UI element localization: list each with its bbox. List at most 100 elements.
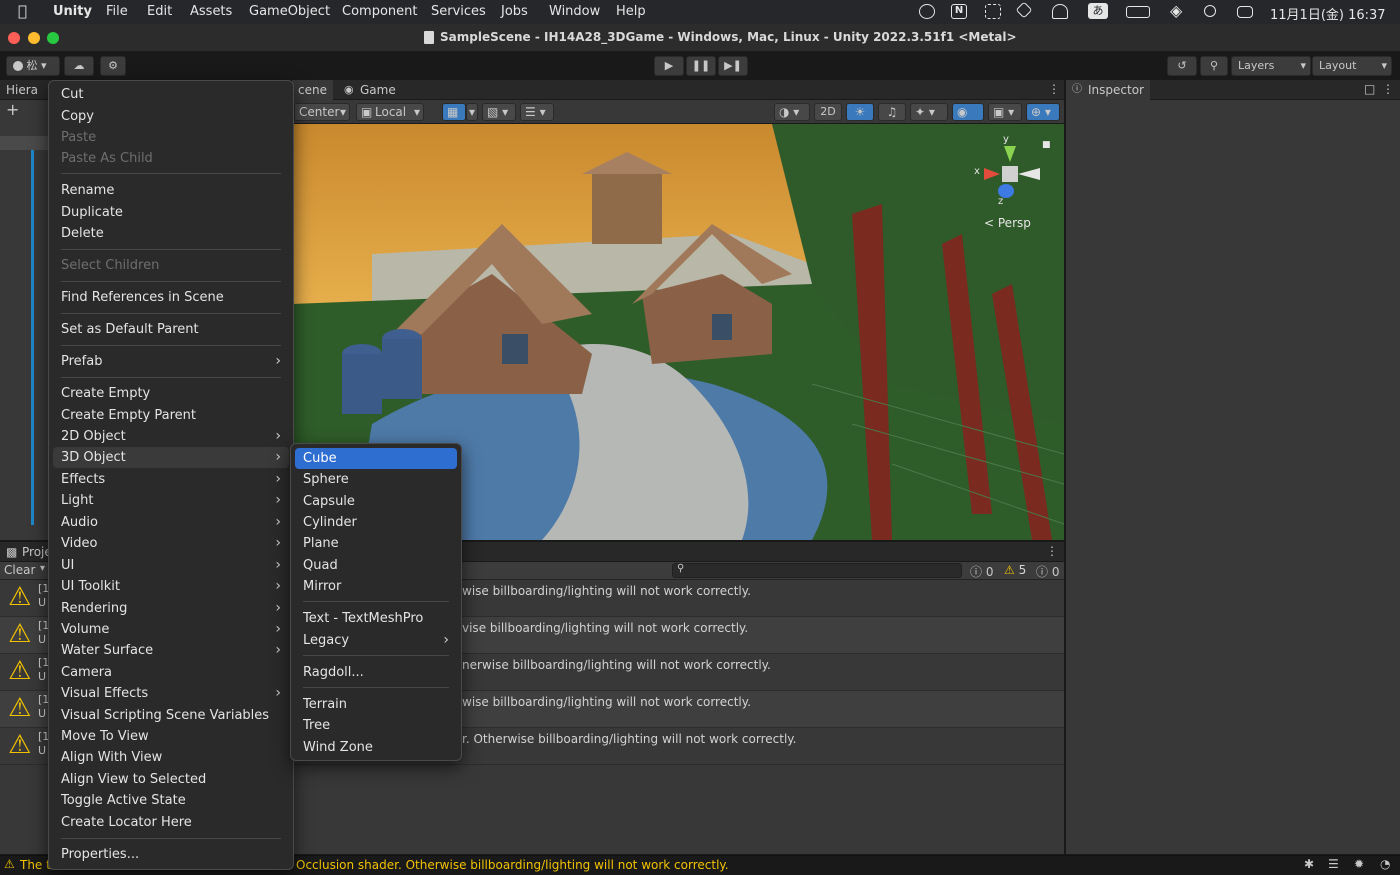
play-button[interactable]: ▶ — [654, 56, 684, 76]
window-layout-icon[interactable] — [985, 4, 1001, 19]
pivot-space-dropdown[interactable]: ▣ Local ▾ — [356, 103, 424, 121]
network-icon[interactable]: ✹ — [1354, 857, 1364, 871]
menu-item-visual-scripting-vars[interactable]: Visual Scripting Scene Variables — [53, 705, 289, 726]
menu-item-3d-object[interactable]: 3D Object › — [53, 447, 289, 468]
lighting-toggle[interactable]: ☀ — [846, 103, 874, 121]
zoom-window-button[interactable] — [47, 32, 59, 44]
gizmo-neg-x-axis[interactable] — [1018, 168, 1040, 180]
grid-snap-button[interactable]: ▦ — [442, 103, 466, 121]
grid-snap-dropdown[interactable]: ▾ — [466, 103, 478, 121]
pen-icon[interactable] — [1015, 1, 1033, 19]
tab-inspector[interactable]: ⓘ Inspector — [1066, 80, 1150, 100]
menu-item-wind-zone[interactable]: Wind Zone — [295, 737, 457, 758]
unity-status-icon[interactable] — [919, 4, 935, 19]
menu-item-ui-toolkit[interactable]: UI Toolkit › — [53, 576, 289, 597]
menu-file[interactable]: File — [106, 4, 128, 19]
menu-item-ragdoll[interactable]: Ragdoll... — [295, 662, 457, 683]
menu-item-tree[interactable]: Tree — [295, 715, 457, 736]
battery-icon[interactable] — [1126, 6, 1150, 18]
increment-snap-button[interactable]: ☰ ▾ — [520, 103, 554, 121]
menu-item-camera[interactable]: Camera — [53, 662, 289, 683]
menu-item-create-empty[interactable]: Create Empty — [53, 383, 289, 404]
menu-item-video[interactable]: Video › — [53, 533, 289, 554]
wifi-icon[interactable]: ◈ — [1170, 1, 1182, 20]
menu-item-set-default-parent[interactable]: Set as Default Parent — [53, 319, 289, 340]
menu-item-mirror[interactable]: Mirror — [295, 576, 457, 597]
minimize-window-button[interactable] — [28, 32, 40, 44]
spotlight-search-icon[interactable] — [1204, 5, 1216, 17]
stack-icon[interactable]: ☰ — [1328, 857, 1339, 871]
menu-app-name[interactable]: Unity — [53, 4, 92, 19]
tab-game[interactable]: ◉ Game — [342, 80, 402, 100]
menu-item-water-surface[interactable]: Water Surface › — [53, 640, 289, 661]
grid-visibility-button[interactable]: ▧ ▾ — [482, 103, 516, 121]
account-dropdown[interactable]: 松 ▾ — [6, 56, 60, 76]
menu-item-ui[interactable]: UI › — [53, 555, 289, 576]
menu-assets[interactable]: Assets — [190, 4, 232, 19]
menu-item-copy[interactable]: Copy — [53, 106, 289, 127]
pivot-mode-dropdown[interactable]: Center ▾ — [294, 103, 350, 121]
menu-item-toggle-active[interactable]: Toggle Active State — [53, 790, 289, 811]
draw-mode-dropdown[interactable]: ◑ ▾ — [774, 103, 810, 121]
more-options-icon[interactable]: ⋮ — [1382, 82, 1394, 96]
menu-item-textmeshpro[interactable]: Text - TextMeshPro — [295, 608, 457, 629]
apple-icon[interactable]:  — [18, 2, 27, 20]
menu-item-cut[interactable]: Cut — [53, 84, 289, 105]
more-options-icon[interactable]: ⋮ — [1046, 544, 1058, 558]
gizmo-y-axis[interactable] — [1004, 146, 1016, 162]
bug-icon[interactable]: ✱ — [1304, 857, 1314, 871]
menu-item-create-empty-parent[interactable]: Create Empty Parent — [53, 405, 289, 426]
search-button[interactable]: ⚲ — [1200, 56, 1228, 76]
user-icon[interactable] — [1052, 4, 1068, 19]
lock-icon[interactable]: □ — [1364, 82, 1375, 96]
console-search-input[interactable]: ⚲ — [672, 563, 962, 578]
menu-item-capsule[interactable]: Capsule — [295, 491, 457, 512]
menu-gameobject[interactable]: GameObject — [249, 4, 330, 19]
gizmos-dropdown[interactable]: ⊕ ▾ — [1026, 103, 1060, 121]
menu-item-rendering[interactable]: Rendering › — [53, 598, 289, 619]
visibility-toggle[interactable]: ◉ — [952, 103, 984, 121]
menu-item-properties[interactable]: Properties... — [53, 844, 289, 865]
camera-dropdown[interactable]: ▣ ▾ — [988, 103, 1022, 121]
history-button[interactable]: ↺ — [1167, 56, 1197, 76]
menu-item-delete[interactable]: Delete — [53, 223, 289, 244]
effects-dropdown[interactable]: ✦ ▾ — [910, 103, 948, 121]
menu-help[interactable]: Help — [616, 4, 646, 19]
menu-item-light[interactable]: Light › — [53, 490, 289, 511]
menu-item-visual-effects[interactable]: Visual Effects › — [53, 683, 289, 704]
lock-icon[interactable]: ■ — [1042, 140, 1051, 150]
menu-item-terrain[interactable]: Terrain — [295, 694, 457, 715]
menu-item-find-references[interactable]: Find References in Scene — [53, 287, 289, 308]
status-message[interactable]: Occlusion shader. Otherwise billboarding… — [296, 858, 729, 872]
settings-button[interactable]: ⚙ — [100, 56, 126, 76]
menu-item-rename[interactable]: Rename — [53, 180, 289, 201]
menu-item-move-to-view[interactable]: Move To View — [53, 726, 289, 747]
ime-indicator[interactable]: あ — [1088, 3, 1108, 19]
menu-item-2d-object[interactable]: 2D Object › — [53, 426, 289, 447]
layout-dropdown[interactable]: Layout ▾ — [1312, 56, 1392, 76]
pause-button[interactable]: ❚❚ — [686, 56, 716, 76]
menu-item-sphere[interactable]: Sphere — [295, 469, 457, 490]
menu-item-cube[interactable]: Cube — [295, 448, 457, 469]
warning-count-toggle[interactable]: ⚠ 5 — [1004, 563, 1026, 577]
toggle-2d-button[interactable]: 2D — [814, 103, 842, 121]
menu-item-legacy[interactable]: Legacy › — [295, 630, 457, 651]
console-clear-button[interactable]: Clear — [4, 563, 35, 577]
more-options-icon[interactable]: ⋮ — [1048, 82, 1060, 96]
menu-item-align-with-view[interactable]: Align With View — [53, 747, 289, 768]
menu-item-plane[interactable]: Plane — [295, 533, 457, 554]
tab-scene[interactable]: cene — [292, 80, 333, 100]
cloud-button[interactable]: ☁ — [64, 56, 94, 76]
chevron-down-icon[interactable]: ▾ — [40, 563, 45, 574]
gizmo-center-cube[interactable] — [1002, 166, 1018, 182]
menu-jobs[interactable]: Jobs — [501, 4, 528, 19]
orientation-gizmo[interactable]: y x z ■ — [974, 134, 1051, 224]
tab-hierarchy[interactable]: Hiera — [0, 80, 44, 100]
menu-item-create-locator[interactable]: Create Locator Here — [53, 812, 289, 833]
add-icon[interactable]: + — [6, 100, 19, 119]
info-count-toggle[interactable]: ⓘ 0 — [970, 563, 993, 580]
control-center-icon[interactable] — [1237, 6, 1253, 18]
layers-dropdown[interactable]: Layers ▾ — [1231, 56, 1311, 76]
menu-item-effects[interactable]: Effects › — [53, 469, 289, 490]
menu-item-prefab[interactable]: Prefab › — [53, 351, 289, 372]
